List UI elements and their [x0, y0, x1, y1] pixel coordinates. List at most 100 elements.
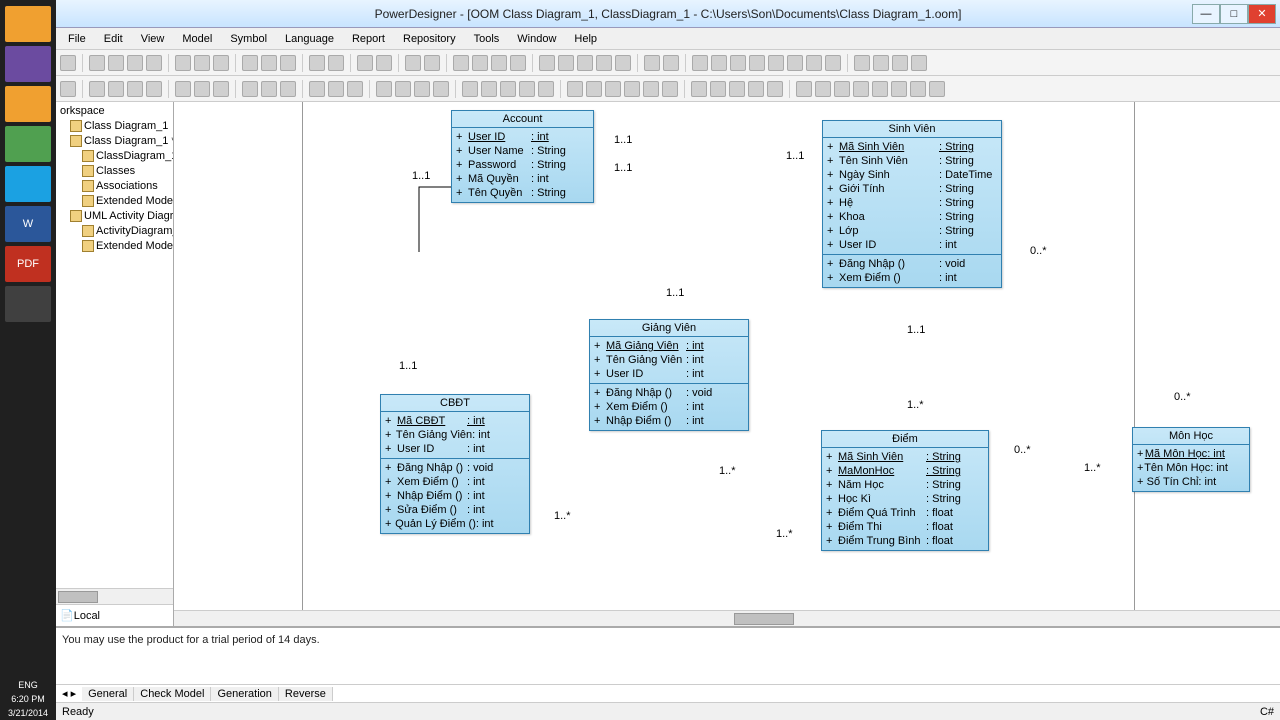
toolbar-button[interactable] — [749, 55, 765, 71]
toolbar-button[interactable] — [462, 81, 478, 97]
toolbar-button[interactable] — [519, 81, 535, 97]
toolbar-button[interactable] — [414, 81, 430, 97]
menu-language[interactable]: Language — [277, 31, 342, 47]
menu-model[interactable]: Model — [174, 31, 220, 47]
toolbar-button[interactable] — [328, 81, 344, 97]
output-tab[interactable]: Reverse — [279, 687, 333, 701]
toolbar-button[interactable] — [376, 55, 392, 71]
toolbar-button[interactable] — [911, 55, 927, 71]
toolbar-button[interactable] — [796, 81, 812, 97]
menu-view[interactable]: View — [133, 31, 173, 47]
toolbar-button[interactable] — [891, 81, 907, 97]
class-sinhvien[interactable]: Sinh Viên +Mã Sinh Viên: String+Tên Sinh… — [822, 120, 1002, 288]
diagram-canvas[interactable]: 1..1 1..1 1..1 1..1 1..1 1..1 1..1 1..* … — [174, 102, 1280, 626]
toolbar-button[interactable] — [175, 81, 191, 97]
toolbar-button[interactable] — [146, 81, 162, 97]
toolbar-button[interactable] — [127, 55, 143, 71]
toolbar-button[interactable] — [405, 55, 421, 71]
toolbar-button[interactable] — [748, 81, 764, 97]
tree-item[interactable]: Associations — [58, 179, 171, 194]
menu-tools[interactable]: Tools — [466, 31, 508, 47]
toolbar-button[interactable] — [596, 55, 612, 71]
class-monhoc[interactable]: Môn Học +Mã Môn Học: int+Tên Môn Học: in… — [1132, 427, 1250, 492]
toolbar-button[interactable] — [567, 81, 583, 97]
toolbar-button[interactable] — [261, 55, 277, 71]
toolbar-button[interactable] — [424, 55, 440, 71]
output-tabs[interactable]: ◂ ▸ GeneralCheck ModelGenerationReverse — [56, 684, 1280, 702]
sidebar-scroll[interactable] — [56, 588, 173, 604]
toolbar-button[interactable] — [691, 81, 707, 97]
taskbar-app-4[interactable] — [5, 126, 51, 162]
menu-edit[interactable]: Edit — [96, 31, 131, 47]
toolbar-button[interactable] — [433, 81, 449, 97]
toolbar-button[interactable] — [787, 55, 803, 71]
tree-item[interactable]: Extended Model — [58, 194, 171, 209]
output-tab[interactable]: General — [82, 687, 134, 701]
toolbar-button[interactable] — [328, 55, 344, 71]
taskbar-app-1[interactable] — [5, 6, 51, 42]
toolbar-button[interactable] — [309, 81, 325, 97]
toolbar-button[interactable] — [892, 55, 908, 71]
toolbar-button[interactable] — [108, 55, 124, 71]
toolbar-button[interactable] — [481, 81, 497, 97]
toolbar-button[interactable] — [662, 81, 678, 97]
menu-symbol[interactable]: Symbol — [222, 31, 275, 47]
class-giangvien[interactable]: Giảng Viên +Mã Giảng Viên: int+Tên Giảng… — [589, 319, 749, 431]
toolbar-button[interactable] — [500, 81, 516, 97]
menu-report[interactable]: Report — [344, 31, 393, 47]
toolbar-button[interactable] — [194, 55, 210, 71]
toolbar-button[interactable] — [491, 55, 507, 71]
toolbar-button[interactable] — [710, 81, 726, 97]
toolbar-button[interactable] — [146, 55, 162, 71]
toolbar-button[interactable] — [730, 55, 746, 71]
toolbar-button[interactable] — [395, 81, 411, 97]
toolbar-button[interactable] — [175, 55, 191, 71]
toolbar-button[interactable] — [605, 81, 621, 97]
toolbar-button[interactable] — [663, 55, 679, 71]
toolbar-button[interactable] — [615, 55, 631, 71]
sys-time[interactable]: 6:20 PM — [11, 692, 45, 706]
class-cbdt[interactable]: CBĐT +Mã CBĐT: int+Tên Giảng Viên: int+U… — [380, 394, 530, 534]
toolbar-button[interactable] — [472, 55, 488, 71]
tree-item[interactable]: Classes — [58, 164, 171, 179]
taskbar-app-8[interactable] — [5, 286, 51, 322]
toolbar-button[interactable] — [280, 81, 296, 97]
toolbar-button[interactable] — [806, 55, 822, 71]
toolbar-button[interactable] — [309, 55, 325, 71]
toolbar-button[interactable] — [213, 81, 229, 97]
menu-help[interactable]: Help — [566, 31, 605, 47]
tree-item[interactable]: UML Activity Diagra — [58, 209, 171, 224]
toolbar-button[interactable] — [89, 55, 105, 71]
menu-file[interactable]: File — [60, 31, 94, 47]
toolbar-button[interactable] — [767, 81, 783, 97]
tree-root[interactable]: orkspace — [58, 104, 171, 119]
tree-item[interactable]: ActivityDiagram_ — [58, 224, 171, 239]
toolbar-button[interactable] — [261, 81, 277, 97]
toolbar-button[interactable] — [60, 55, 76, 71]
canvas-scroll-h[interactable] — [174, 610, 1280, 626]
output-tab[interactable]: Generation — [211, 687, 278, 701]
tree-item[interactable]: ClassDiagram_1 — [58, 149, 171, 164]
tree-item[interactable]: Extended Model — [58, 239, 171, 254]
tree-item[interactable]: Class Diagram_1 — [58, 119, 171, 134]
taskbar-app-5[interactable] — [5, 166, 51, 202]
toolbar-button[interactable] — [624, 81, 640, 97]
taskbar-app-7[interactable]: PDF — [5, 246, 51, 282]
toolbar-button[interactable] — [853, 81, 869, 97]
toolbar-button[interactable] — [815, 81, 831, 97]
toolbar-button[interactable] — [347, 81, 363, 97]
toolbar-button[interactable] — [910, 81, 926, 97]
toolbar-button[interactable] — [194, 81, 210, 97]
toolbar-button[interactable] — [643, 81, 659, 97]
toolbar-button[interactable] — [242, 81, 258, 97]
taskbar-app-6[interactable]: W — [5, 206, 51, 242]
toolbar-button[interactable] — [825, 55, 841, 71]
output-tab[interactable]: Check Model — [134, 687, 211, 701]
toolbar-button[interactable] — [644, 55, 660, 71]
toolbar-button[interactable] — [280, 55, 296, 71]
toolbar-button[interactable] — [558, 55, 574, 71]
class-diem[interactable]: Điểm +Mã Sinh Viên: String+MaMonHoc: Str… — [821, 430, 989, 551]
toolbar-button[interactable] — [872, 81, 888, 97]
toolbar-button[interactable] — [692, 55, 708, 71]
toolbar-button[interactable] — [376, 81, 392, 97]
